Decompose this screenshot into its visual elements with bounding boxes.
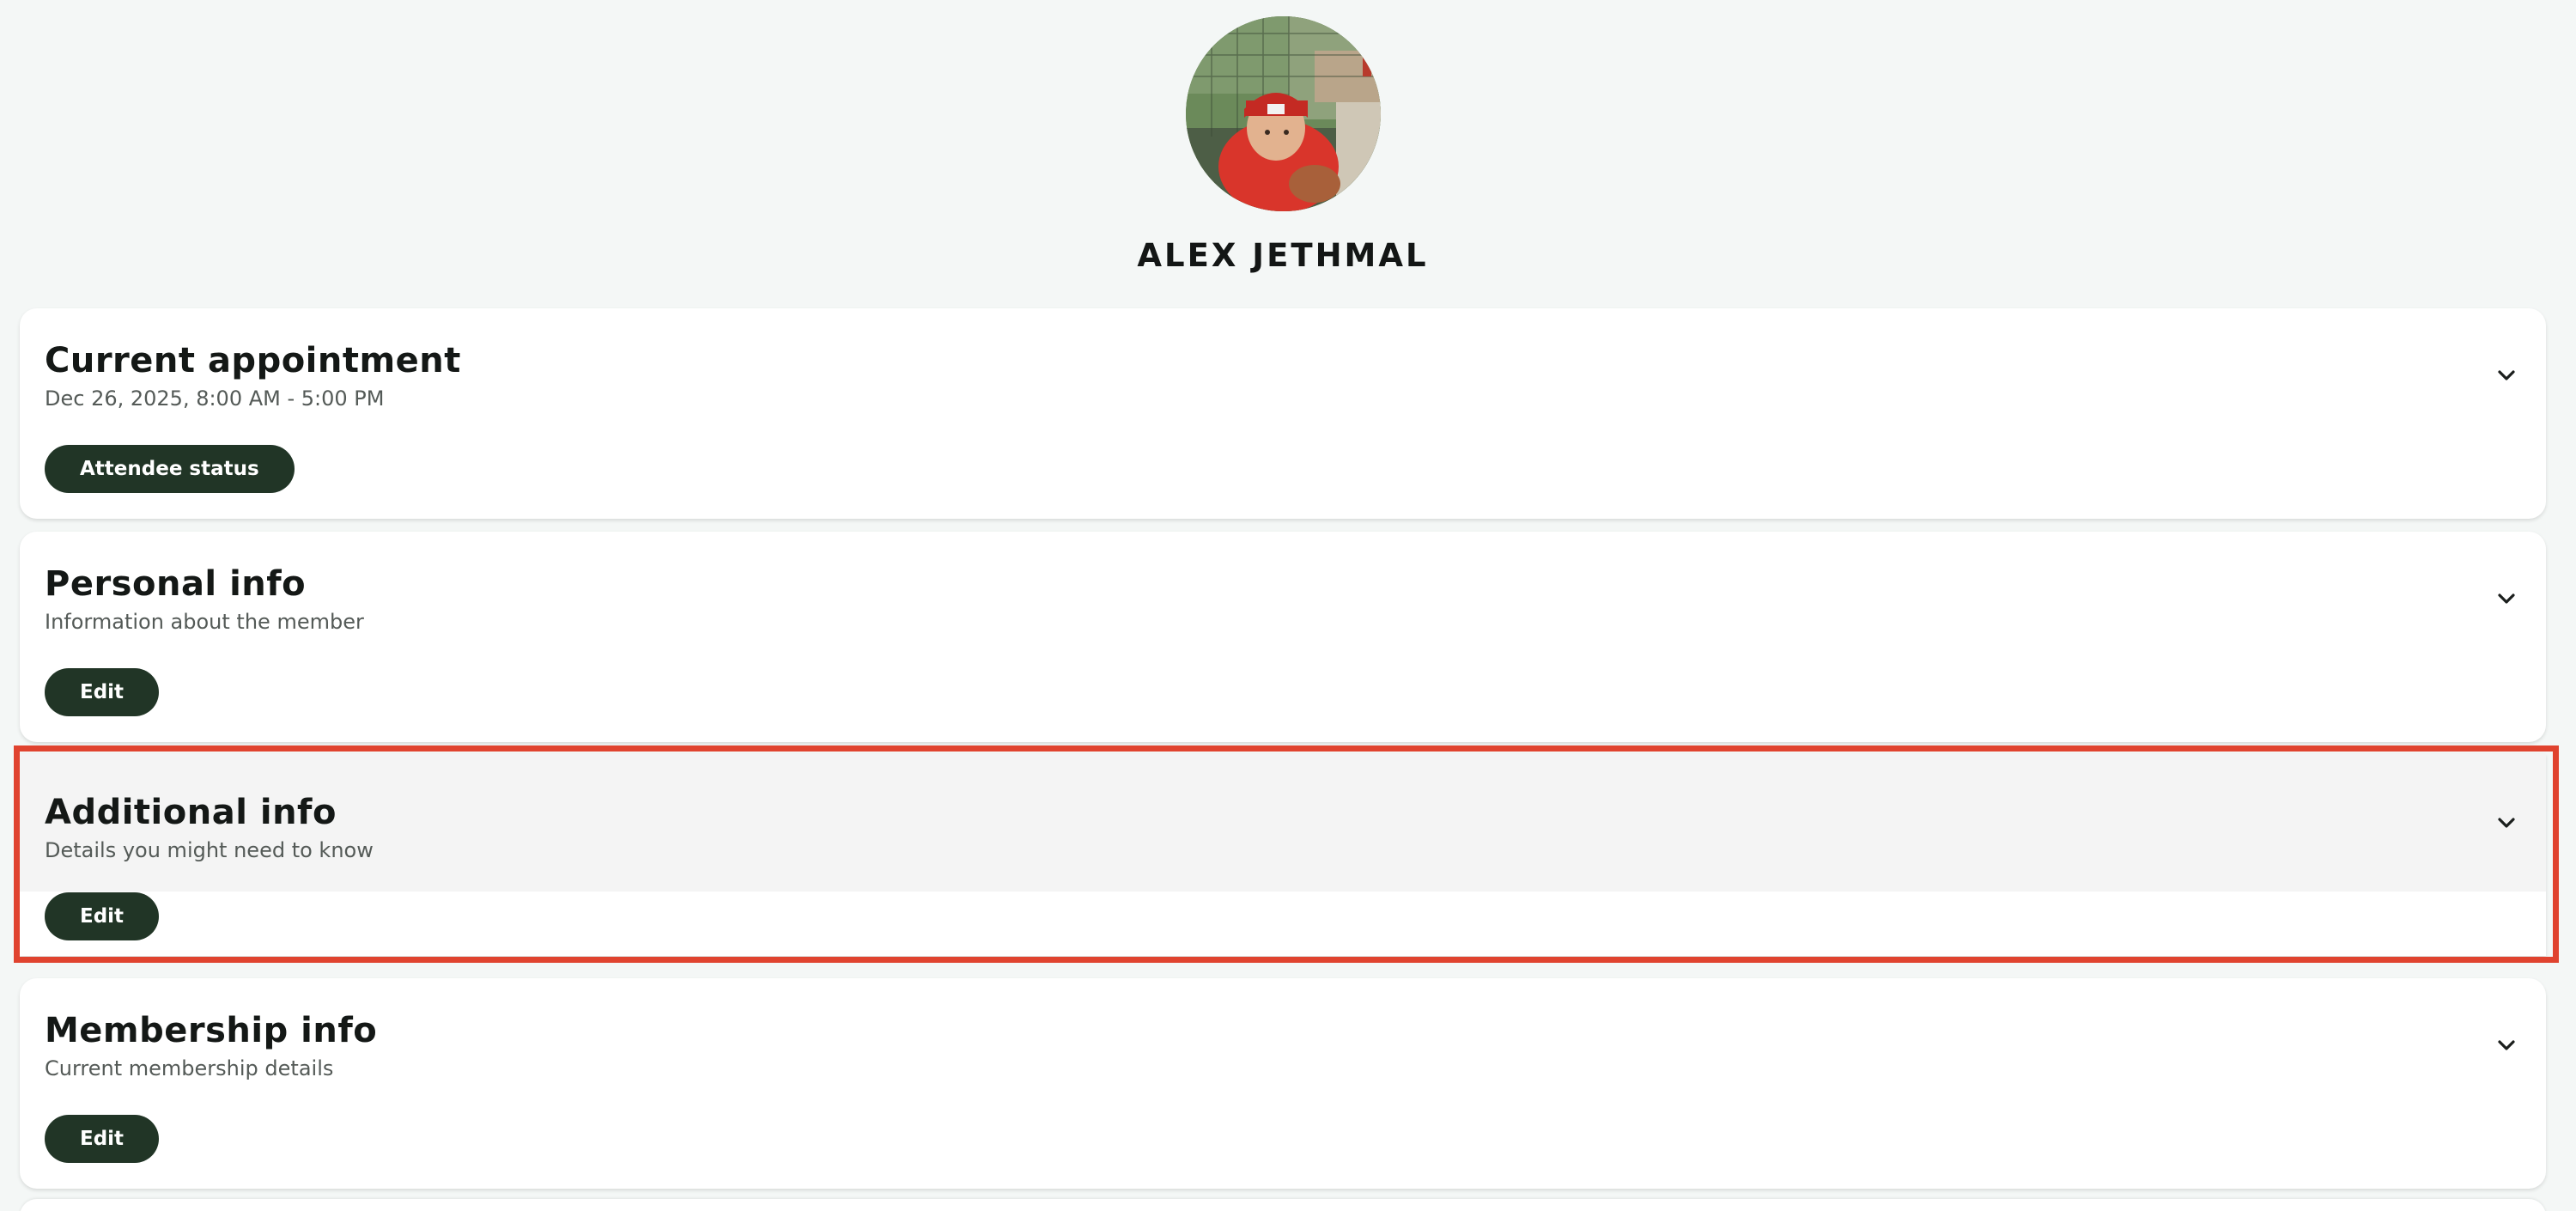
personal-info-header[interactable]: Personal info Information about the memb… bbox=[20, 532, 2546, 669]
edit-membership-info-button[interactable]: Edit bbox=[45, 1115, 160, 1163]
card-title: Current appointment bbox=[45, 341, 461, 380]
chevron-down-icon[interactable] bbox=[2493, 809, 2520, 837]
current-appointment-card: Current appointment Dec 26, 2025, 8:00 A… bbox=[20, 308, 2546, 519]
additional-info-card: Additional info Details you might need t… bbox=[20, 754, 2546, 956]
member-name: ALEX JETHMAL bbox=[1137, 237, 1429, 274]
avatar bbox=[1186, 16, 1381, 211]
chevron-down-icon[interactable] bbox=[2493, 362, 2520, 389]
edit-personal-info-button[interactable]: Edit bbox=[45, 668, 160, 716]
current-appointment-header[interactable]: Current appointment Dec 26, 2025, 8:00 A… bbox=[20, 308, 2546, 446]
chevron-down-icon[interactable] bbox=[2493, 585, 2520, 612]
membership-info-card: Membership info Current membership detai… bbox=[20, 978, 2546, 1189]
card-title: Membership info bbox=[45, 1011, 378, 1050]
card-subtitle: Current membership details bbox=[45, 1056, 334, 1080]
next-card-peek bbox=[20, 1199, 2546, 1211]
edit-additional-info-button[interactable]: Edit bbox=[45, 892, 160, 940]
avatar-photo bbox=[1186, 16, 1381, 211]
card-title: Personal info bbox=[45, 564, 307, 604]
attendee-status-button[interactable]: Attendee status bbox=[45, 445, 295, 493]
card-subtitle: Information about the member bbox=[45, 610, 364, 634]
member-profile-page: ALEX JETHMAL Current appointment Dec 26,… bbox=[0, 0, 2576, 1211]
card-title: Additional info bbox=[45, 793, 337, 832]
appointment-datetime: Dec 26, 2025, 8:00 AM - 5:00 PM bbox=[45, 386, 385, 411]
membership-info-header[interactable]: Membership info Current membership detai… bbox=[20, 978, 2546, 1116]
additional-info-header[interactable]: Additional info Details you might need t… bbox=[20, 754, 2546, 892]
chevron-down-icon[interactable] bbox=[2493, 1031, 2520, 1059]
card-subtitle: Details you might need to know bbox=[45, 838, 374, 862]
personal-info-card: Personal info Information about the memb… bbox=[20, 532, 2546, 742]
